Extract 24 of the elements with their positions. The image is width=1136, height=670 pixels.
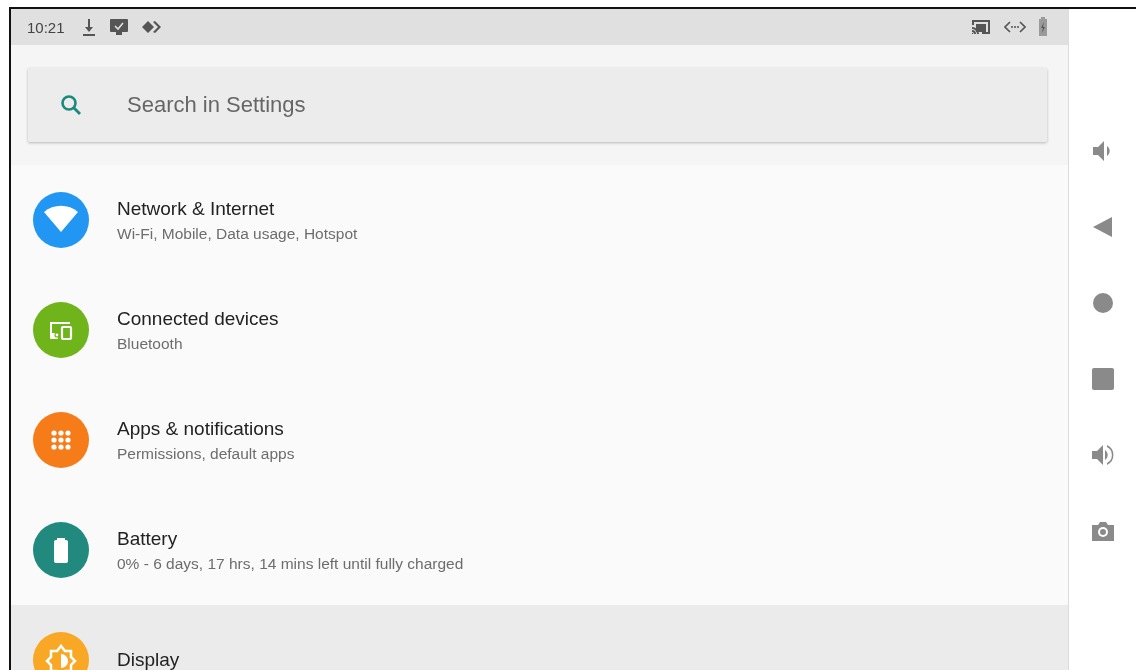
item-summary: Wi-Fi, Mobile, Data usage, Hotspot (117, 224, 358, 243)
settings-item[interactable]: Display (11, 605, 1068, 670)
settings-item[interactable]: Apps & notifications Permissions, default apps (11, 385, 1068, 495)
monitor-check-icon (108, 18, 129, 36)
item-title: Connected devices (117, 307, 279, 330)
search-field[interactable]: Search in Settings (28, 68, 1047, 142)
battery-charging-icon (1038, 17, 1048, 37)
settings-item[interactable]: Network & Internet Wi-Fi, Mobile, Data usage, Hotspot (11, 165, 1068, 275)
download-icon (80, 18, 97, 36)
code-arrows-icon (1004, 20, 1026, 34)
item-summary: Permissions, default apps (117, 444, 295, 463)
overview-icon[interactable] (1089, 366, 1116, 392)
item-title: Apps & notifications (117, 417, 285, 440)
item-summary: 0% - 6 days, 17 hrs, 14 mins left until fully charged (117, 554, 464, 573)
volume-up-icon[interactable] (1089, 442, 1116, 468)
cast-icon (970, 18, 992, 36)
item-summary: Bluetooth (117, 334, 184, 353)
item-title: Display (117, 649, 180, 670)
status-time: 10:21 (27, 18, 65, 36)
diamond-chevron-icon (140, 19, 163, 35)
item-title: Network & Internet (117, 197, 276, 220)
settings-item[interactable]: Battery 0% - 6 days, 17 hrs, 14 mins left until fully charged (11, 495, 1068, 605)
item-title: Battery (117, 527, 179, 550)
settings-item[interactable]: Connected devices Bluetooth (11, 275, 1068, 385)
